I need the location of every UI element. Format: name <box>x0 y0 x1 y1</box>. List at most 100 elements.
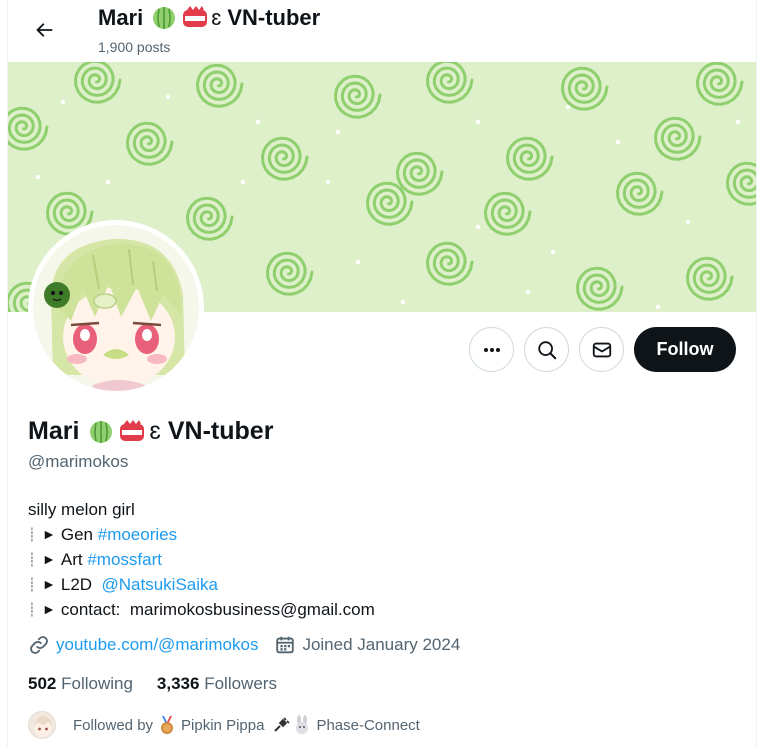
swirl-mark <box>685 256 734 301</box>
profile-bio: silly melon girl ┊ ► Gen #moeories ┊ ► Art… <box>28 497 375 622</box>
banner-dot <box>325 179 331 185</box>
swirl-mark <box>695 62 744 106</box>
message-button[interactable] <box>579 327 624 372</box>
banner-dot <box>335 129 341 135</box>
bio-bar: ┊ <box>28 602 36 617</box>
swirl-mark <box>395 151 444 196</box>
bio-label: Art <box>60 550 83 569</box>
link-icon <box>30 636 48 654</box>
following-count: 502 <box>28 674 57 693</box>
banner-dot <box>355 259 361 265</box>
bio-label: L2D <box>60 575 93 594</box>
follower-name: Pipkin Pippa <box>181 716 265 734</box>
header-ɛ-glyph: ɛ <box>211 5 222 30</box>
profile-avatar[interactable] <box>28 220 204 396</box>
banner-dot <box>165 94 171 100</box>
swirl-mark <box>260 136 309 181</box>
joined-date: Joined January 2024 <box>302 635 461 654</box>
swirl-mark <box>265 251 314 296</box>
banner-dot <box>105 179 111 185</box>
followers-link[interactable]: 3,336 Followers <box>157 674 277 694</box>
display-name-suffix: VN-tuber <box>167 417 274 445</box>
header-suffix: VN-tuber <box>227 5 321 30</box>
swirl-mark <box>505 136 554 181</box>
banner-dot <box>735 119 741 125</box>
search-icon <box>537 340 556 359</box>
triangle-icon: ► <box>42 601 56 617</box>
triangle-icon: ► <box>42 551 56 567</box>
website-link[interactable]: youtube.com/@marimokos <box>56 635 258 655</box>
bio-bar: ┊ <box>28 552 36 567</box>
swirl-mark <box>560 66 609 111</box>
swirl-mark <box>333 74 382 119</box>
following-label: Following <box>61 674 133 693</box>
swirl-mark <box>653 116 702 161</box>
anime-girl-avatar-icon <box>33 225 199 391</box>
swirl-mark <box>8 106 49 151</box>
banner-dot <box>550 249 556 255</box>
envelope-icon <box>592 342 611 357</box>
swirl-mark <box>185 196 234 241</box>
banner-dot <box>240 179 246 185</box>
profile-meta: youtube.com/@marimokos Joined January 20… <box>28 634 460 656</box>
medal-icon <box>161 716 174 734</box>
banner-dot <box>615 139 621 145</box>
swirl-mark <box>725 161 756 206</box>
bio-bar: ┊ <box>28 577 36 592</box>
banner-dot <box>475 119 481 125</box>
banner-dot <box>60 99 66 105</box>
bio-line: ┊ ► Gen #moeories <box>28 522 375 547</box>
swirl-mark <box>425 62 474 104</box>
follower-name: Phase-Connect <box>316 716 420 734</box>
banner-dot <box>525 289 531 295</box>
more-dots-icon <box>483 347 500 352</box>
bio-label: Gen <box>60 525 93 544</box>
bio-label: contact: <box>60 600 121 619</box>
top-bar: Mari ɛ VN-tuber 1,900 posts <box>8 0 756 62</box>
display-name: Mari <box>28 417 80 445</box>
name-ɛ-glyph: ɛ <box>149 417 161 445</box>
more-options-button[interactable] <box>469 327 514 372</box>
banner-dot <box>255 119 261 125</box>
swirl-mark <box>125 121 174 166</box>
following-link[interactable]: 502 Following <box>28 674 133 694</box>
follow-button[interactable]: Follow <box>634 327 736 372</box>
triangle-icon: ► <box>42 576 56 592</box>
followed-by-prefix: Followed by <box>73 716 154 734</box>
bio-line: ┊ ► Art #mossfart <box>28 547 375 572</box>
swirl-mark <box>73 62 122 104</box>
profile-handle: @marimokos <box>28 452 129 471</box>
avatar-image <box>33 225 199 391</box>
rabbit-icon <box>296 715 309 734</box>
followers-count: 3,336 <box>156 674 200 693</box>
banner-dot <box>475 224 481 230</box>
mention-link[interactable]: @NatsukiSaika <box>102 572 218 597</box>
followed-by[interactable]: Followed by Pipkin Pippa Phase-Connect <box>28 711 420 739</box>
banner-dot <box>655 304 661 310</box>
follow-stats: 502 Following 3,336 Followers <box>28 674 277 694</box>
swirl-mark <box>483 191 532 236</box>
banner-dot <box>35 174 41 180</box>
search-profile-button[interactable] <box>524 327 569 372</box>
follower-avatar <box>28 711 56 739</box>
hashtag-link[interactable]: #mossfart <box>87 547 162 572</box>
hashtag-link[interactable]: #moeories <box>98 522 177 547</box>
banner-dot <box>400 299 406 305</box>
bio-tagline: silly melon girl <box>28 500 135 519</box>
bio-bar: ┊ <box>28 527 36 542</box>
contact-email: marimokosbusiness@gmail.com <box>129 600 375 619</box>
post-count: 1,900 posts <box>98 39 171 55</box>
banner-dot <box>685 219 691 225</box>
lunchbox-emoji-icon <box>120 419 145 441</box>
profile-display-name: Mari ɛ VN-tuber <box>28 417 273 446</box>
header-name: Mari <box>98 5 144 30</box>
arrow-left-icon <box>36 23 53 37</box>
back-button[interactable] <box>26 12 62 48</box>
triangle-icon: ► <box>42 526 56 542</box>
bio-line: ┊ ► contact: marimokosbusiness@gmail.com <box>28 597 375 622</box>
melon-emoji-icon <box>153 7 176 29</box>
swirl-mark <box>195 63 244 108</box>
bio-line: ┊ ► L2D @NatsukiSaika <box>28 572 375 597</box>
plug-icon <box>274 717 291 732</box>
melon-emoji-icon <box>90 420 113 443</box>
